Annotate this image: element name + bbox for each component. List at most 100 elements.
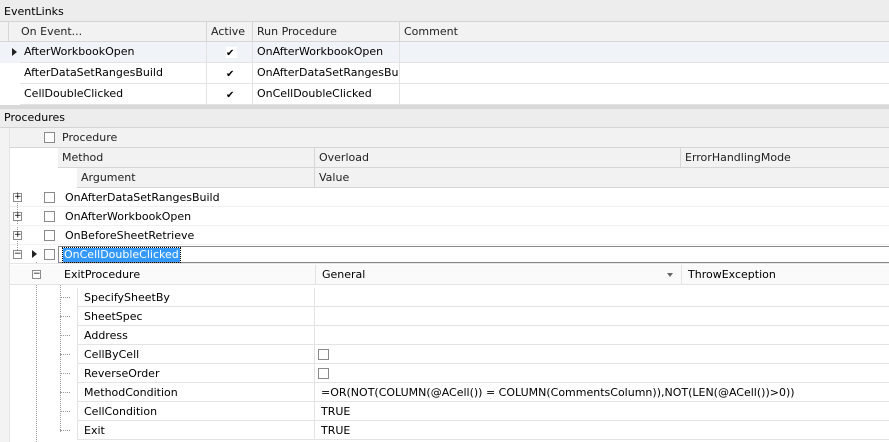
argument-value[interactable] (315, 364, 889, 383)
eventlinks-title: EventLinks (4, 5, 64, 18)
eventlink-active-cell[interactable] (207, 84, 253, 105)
header-value-label: Value (319, 171, 350, 184)
current-row-indicator-icon (12, 48, 17, 56)
col-header-run-procedure[interactable]: Run Procedure (253, 22, 400, 42)
tree-line (60, 316, 70, 317)
procedure-name: OnAfterWorkbookOpen (65, 210, 192, 223)
procedure-row[interactable]: + OnBeforeSheetRetrieve (10, 226, 889, 245)
procedure-checkbox[interactable] (44, 249, 55, 260)
argument-value[interactable]: TRUE (315, 421, 889, 440)
argument-name: Address (77, 326, 315, 345)
procedure-name: OnBeforeSheetRetrieve (65, 229, 195, 242)
argument-row[interactable]: CellCondition TRUE (10, 402, 889, 421)
active-checkbox[interactable] (226, 86, 237, 104)
procedure-name-editing[interactable]: OnCellDoubleClicked (62, 247, 181, 263)
argument-row[interactable]: MethodCondition =OR(NOT(COLUMN(@ACell()) … (10, 383, 889, 402)
argument-row[interactable]: ReverseOrder (10, 364, 889, 383)
collapse-minus-icon[interactable]: − (13, 250, 22, 259)
argument-name: CellCondition (77, 402, 315, 421)
header-argument-label: Argument (81, 171, 136, 184)
col-header-comment[interactable]: Comment (400, 22, 889, 42)
procedure-checkbox[interactable] (44, 211, 55, 222)
method-overload[interactable]: General (315, 265, 681, 285)
header-indent (10, 148, 58, 168)
argument-value[interactable] (315, 345, 889, 364)
tree-line (60, 297, 70, 298)
argument-value[interactable] (315, 288, 889, 307)
tree-line (60, 392, 70, 393)
argument-checkbox[interactable] (318, 368, 329, 379)
argument-name: SpecifySheetBy (77, 288, 315, 307)
active-checkbox[interactable] (226, 44, 237, 62)
eventlink-comment-cell[interactable] (400, 63, 889, 84)
procedure-checkbox[interactable] (44, 192, 55, 203)
procedures-title: Procedures (4, 111, 65, 124)
expand-plus-icon[interactable]: + (13, 212, 22, 221)
argument-value[interactable]: =OR(NOT(COLUMN(@ACell()) = COLUMN(Commen… (315, 383, 889, 402)
argument-row[interactable]: SheetSpec (10, 307, 889, 326)
argument-name: MethodCondition (77, 383, 315, 402)
argument-value[interactable] (315, 307, 889, 326)
argument-name: SheetSpec (77, 307, 315, 326)
header-error-mode[interactable]: ErrorHandlingMode (681, 148, 889, 168)
argument-checkbox[interactable] (318, 349, 329, 360)
col-header-on-event[interactable]: On Event... (9, 22, 207, 42)
tree-line (60, 411, 70, 412)
procedure-row[interactable]: + OnAfterDataSetRangesBuild (10, 188, 889, 207)
collapse-minus-icon[interactable]: − (32, 270, 41, 279)
argument-value[interactable]: TRUE (315, 402, 889, 421)
procedure-row-selected[interactable]: − OnCellDoubleClicked (10, 245, 889, 264)
argument-row[interactable]: Exit TRUE (10, 421, 889, 440)
current-row-indicator-icon (32, 250, 37, 258)
expand-plus-icon[interactable]: + (13, 193, 22, 202)
eventlink-active-cell[interactable] (207, 63, 253, 84)
method-error-mode[interactable]: ThrowException (681, 265, 776, 285)
tree-line (60, 430, 70, 431)
col-header-run-procedure-label: Run Procedure (257, 25, 337, 38)
eventlink-comment-cell[interactable] (400, 84, 889, 105)
header-method-label: Method (62, 151, 104, 164)
active-checkbox[interactable] (226, 65, 237, 83)
procedure-row[interactable]: + OnAfterWorkbookOpen (10, 207, 889, 226)
eventlink-event-cell[interactable]: AfterWorkbookOpen (20, 42, 207, 63)
tree-line (60, 373, 70, 374)
argument-row[interactable]: CellByCell (10, 345, 889, 364)
eventlink-procedure-cell[interactable]: OnAfterDataSetRangesBuil (253, 63, 400, 84)
argument-row[interactable]: Address (10, 326, 889, 345)
col-header-on-event-label: On Event... (21, 25, 83, 38)
eventlink-comment-cell[interactable] (400, 42, 889, 63)
header-method[interactable]: Method (58, 148, 315, 168)
header-argument[interactable]: Argument (77, 168, 315, 188)
expand-plus-icon[interactable]: + (13, 231, 22, 240)
header-error-mode-label: ErrorHandlingMode (685, 151, 791, 164)
tree-line (60, 354, 70, 355)
tree-line (60, 335, 70, 336)
select-all-checkbox[interactable] (44, 132, 55, 143)
dropdown-arrow-icon[interactable] (667, 273, 673, 277)
eventlink-event-cell[interactable]: AfterDataSetRangesBuild (20, 63, 207, 84)
procedure-name: OnAfterDataSetRangesBuild (65, 191, 220, 204)
col-header-active-label: Active (211, 25, 246, 38)
eventlink-procedure-cell[interactable]: OnCellDoubleClicked (253, 84, 400, 105)
eventlink-event-cell[interactable]: CellDoubleClicked (20, 84, 207, 105)
argument-name: Exit (77, 421, 315, 440)
header-overload[interactable]: Overload (315, 148, 681, 168)
argument-row[interactable]: SpecifySheetBy (10, 288, 889, 307)
eventlinks-panel-header: EventLinks (0, 0, 889, 22)
eventlink-procedure-cell[interactable]: OnAfterWorkbookOpen (253, 42, 400, 63)
header-indent (10, 168, 77, 188)
eventlink-active-cell[interactable] (207, 42, 253, 63)
procedures-gutter (0, 128, 10, 442)
method-row[interactable]: − ExitProcedure General ThrowException (10, 265, 889, 285)
header-overload-label: Overload (319, 151, 369, 164)
argument-name: ReverseOrder (77, 364, 315, 383)
header-value[interactable]: Value (315, 168, 889, 188)
argument-name: CellByCell (77, 345, 315, 364)
procedures-header-procedure[interactable]: Procedure (10, 128, 889, 148)
col-header-active[interactable]: Active (207, 22, 253, 42)
procedures-panel-header: Procedures (0, 109, 889, 128)
procedures-header-procedure-label: Procedure (62, 131, 118, 144)
procedure-checkbox[interactable] (44, 230, 55, 241)
argument-value[interactable] (315, 326, 889, 345)
row-indicator-header (0, 22, 9, 42)
